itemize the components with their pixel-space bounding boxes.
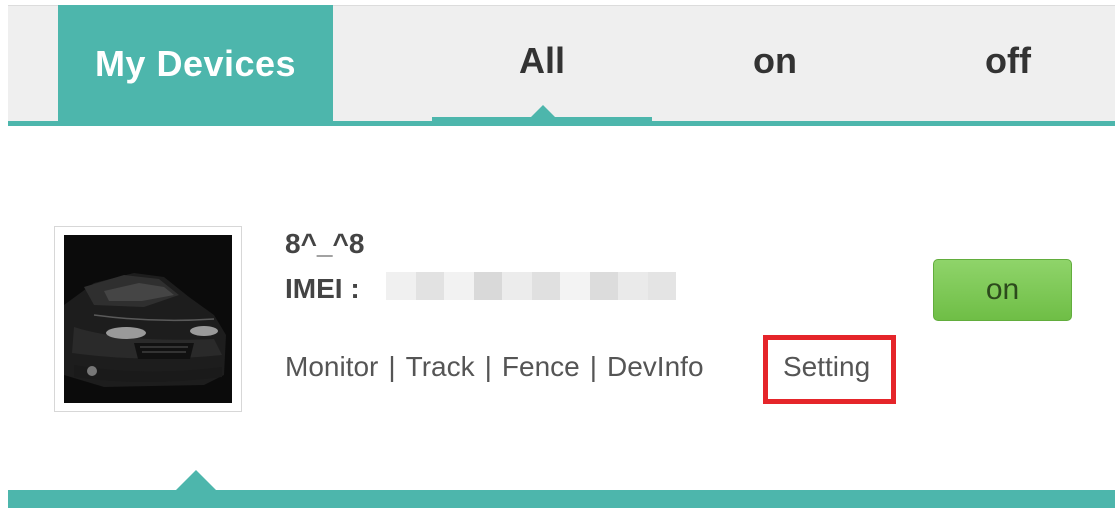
setting-link[interactable]: Setting xyxy=(783,351,870,383)
link-separator: | xyxy=(484,351,492,382)
filter-all-caret xyxy=(531,105,555,117)
footer-divider xyxy=(8,490,1115,508)
link-separator: | xyxy=(388,351,396,382)
imei-label: IMEI : xyxy=(285,273,360,304)
link-separator: | xyxy=(589,351,598,382)
card-pointer-caret xyxy=(176,470,216,490)
imei-value-redacted xyxy=(386,262,676,310)
filter-all-underline xyxy=(432,117,652,121)
device-status-button[interactable]: on xyxy=(933,259,1072,321)
filter-on[interactable]: on xyxy=(665,40,885,82)
tab-my-devices[interactable]: My Devices xyxy=(58,5,333,122)
fence-link[interactable]: Fence xyxy=(502,351,580,383)
monitor-link[interactable]: Monitor xyxy=(285,351,378,383)
device-name: 8^_^8 xyxy=(285,228,365,259)
device-action-links: Monitor | Track | Fence | DevInfo xyxy=(285,351,704,383)
devices-page: My Devices All on off 8^_^8 IMEI : Monit… xyxy=(0,0,1115,508)
track-link[interactable]: Track xyxy=(406,351,475,383)
car-photo-icon xyxy=(64,235,232,403)
filter-all[interactable]: All xyxy=(432,40,652,82)
devinfo-link[interactable]: DevInfo xyxy=(607,351,704,383)
device-thumbnail[interactable] xyxy=(54,226,242,412)
filter-off[interactable]: off xyxy=(898,40,1115,82)
